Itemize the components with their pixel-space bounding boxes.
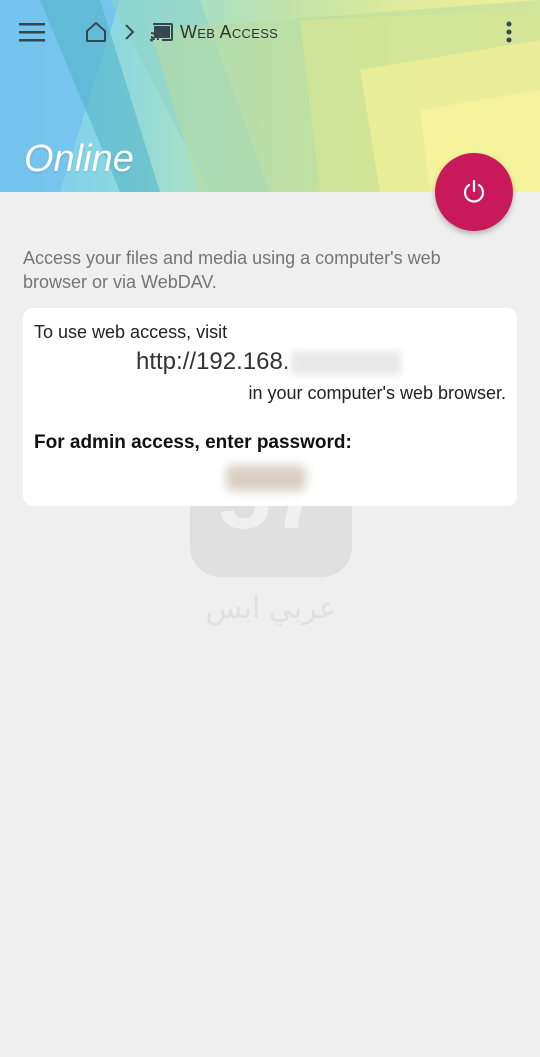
web-access-description: Access your files and media using a comp… bbox=[23, 248, 441, 292]
breadcrumb-separator bbox=[118, 18, 140, 46]
power-toggle-button[interactable] bbox=[435, 153, 513, 231]
home-button[interactable] bbox=[78, 12, 114, 52]
breadcrumb-label: Web Access bbox=[180, 21, 279, 42]
overflow-menu-button[interactable] bbox=[492, 12, 526, 52]
more-vert-icon bbox=[506, 21, 512, 43]
browser-instruction: in your computer's web browser. bbox=[248, 383, 506, 403]
status-title: Online bbox=[24, 138, 134, 180]
access-info-card: To use web access, visit http://192.168.… bbox=[23, 308, 517, 506]
toolbar: Web Access bbox=[0, 0, 540, 64]
visit-instruction: To use web access, visit bbox=[34, 322, 228, 342]
hamburger-icon bbox=[19, 23, 45, 42]
power-icon bbox=[463, 179, 485, 203]
url-redacted bbox=[291, 350, 402, 375]
menu-button[interactable] bbox=[12, 12, 52, 52]
home-icon bbox=[86, 22, 106, 42]
breadcrumb-web-access[interactable]: Web Access bbox=[150, 18, 278, 46]
chevron-right-icon bbox=[125, 24, 135, 40]
cast-icon bbox=[150, 23, 173, 42]
access-url-text: http://192.168. bbox=[136, 348, 290, 375]
password-redacted bbox=[226, 465, 306, 491]
admin-password-label: For admin access, enter password: bbox=[34, 432, 352, 453]
access-url[interactable]: http://192.168. bbox=[136, 348, 402, 376]
watermark-text: عربي ابس bbox=[205, 592, 337, 625]
